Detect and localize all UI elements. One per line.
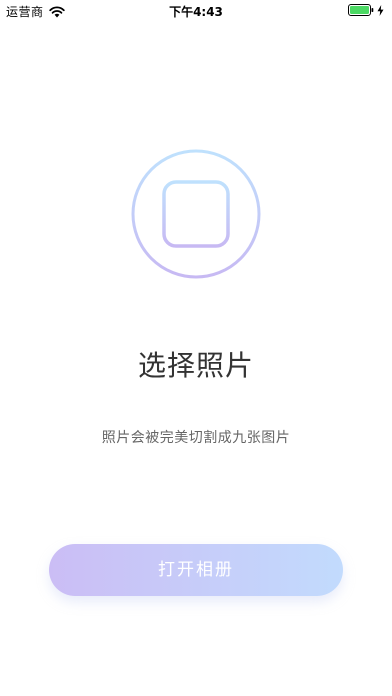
app-screen: 运营商 下午4:43 选择照片 照片会被完美切割成九张图片 打开相册	[0, 0, 392, 696]
status-bar: 运营商 下午4:43	[0, 0, 392, 22]
page-title: 选择照片	[137, 349, 254, 382]
battery-icon	[348, 4, 374, 16]
add-photo-picker[interactable]	[131, 149, 261, 279]
open-album-button[interactable]: 打开相册	[49, 544, 343, 596]
page-subtitle: 照片会被完美切割成九张图片	[101, 430, 291, 446]
status-time: 下午4:43	[169, 5, 223, 19]
add-photo-icon	[131, 149, 261, 279]
charging-icon	[377, 4, 384, 16]
status-right	[348, 4, 384, 16]
